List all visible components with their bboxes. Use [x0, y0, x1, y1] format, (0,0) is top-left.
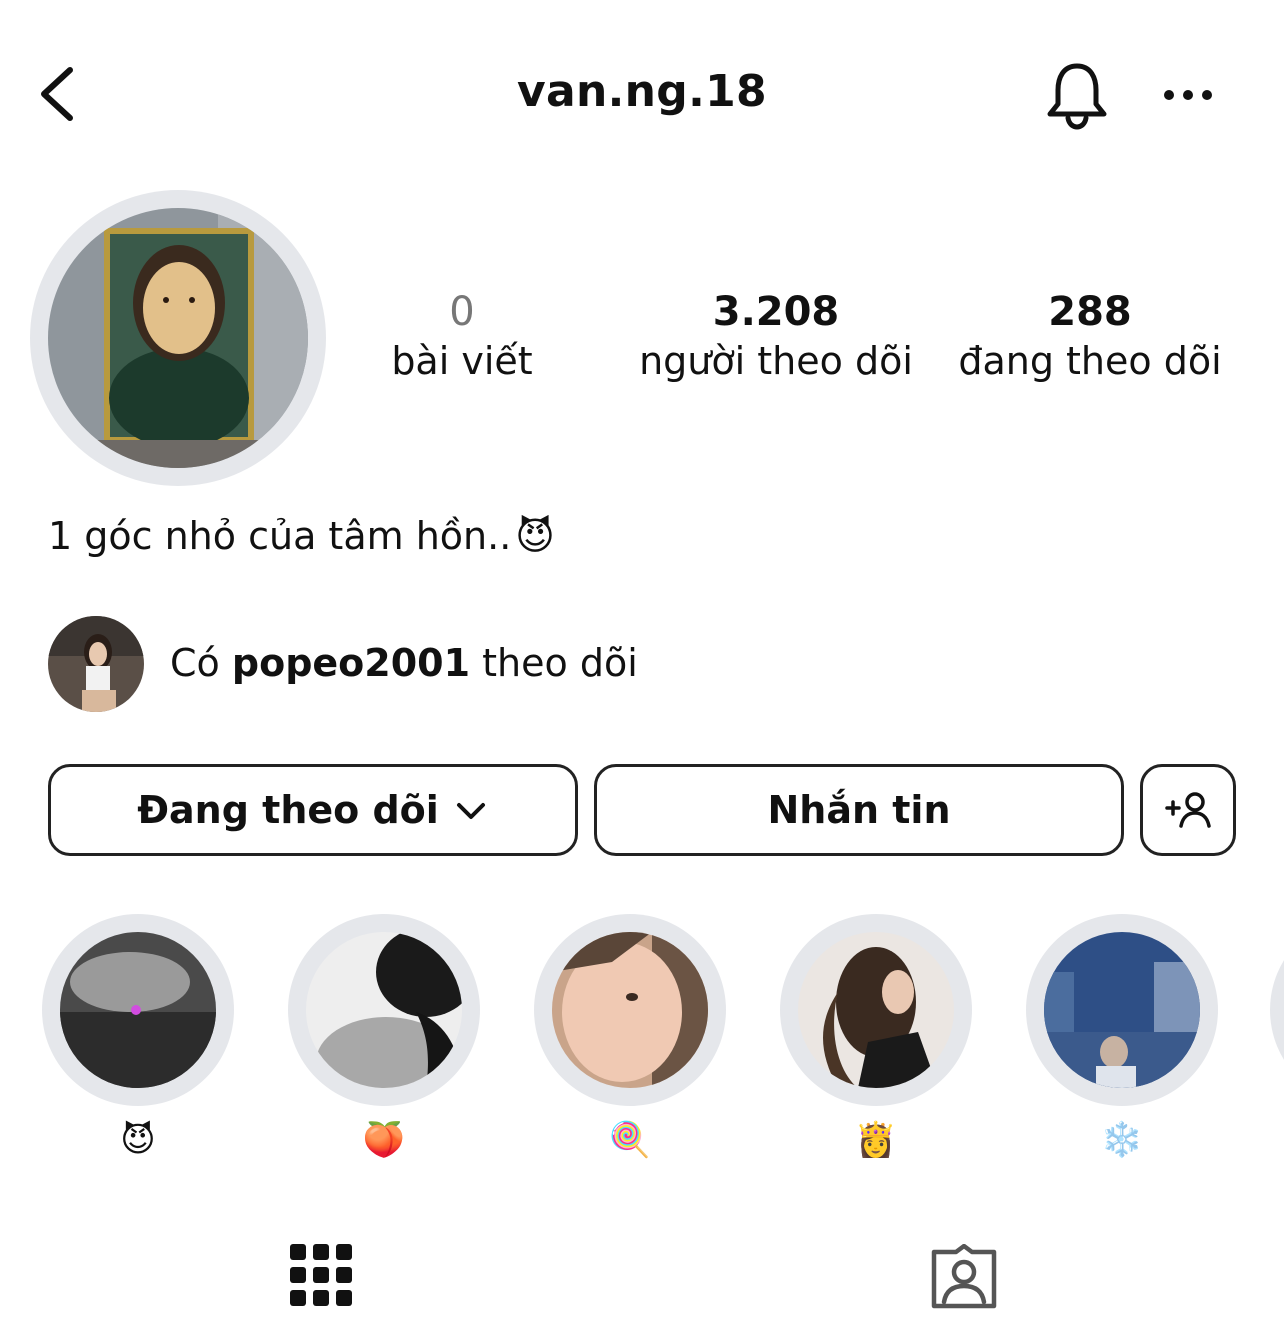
highlight-cover — [552, 932, 708, 1088]
highlight-item[interactable]: 🍑 — [288, 914, 480, 1162]
following-count: 288 — [1048, 289, 1132, 335]
posts-count: 0 — [449, 289, 475, 335]
highlight-label: 😈 — [120, 1120, 156, 1160]
message-button[interactable]: Nhắn tin — [594, 764, 1124, 856]
following-dropdown-button[interactable]: Đang theo dõi — [48, 764, 578, 856]
highlight-ring — [534, 914, 726, 1106]
highlight-ring — [1026, 914, 1218, 1106]
highlight-item[interactable]: 🍭 — [534, 914, 726, 1162]
grid-icon[interactable] — [290, 1244, 352, 1306]
followed-by-text[interactable]: Có popeo2001 theo dõi — [170, 636, 638, 690]
posts-stat[interactable]: 0 bài viết — [362, 288, 562, 386]
highlight-item[interactable]: 👸 — [780, 914, 972, 1162]
highlight-cover — [1044, 932, 1200, 1088]
highlight-ring — [42, 914, 234, 1106]
followers-label: người theo dõi — [639, 339, 913, 383]
highlight-label: 🍭 — [608, 1120, 652, 1160]
following-stat[interactable]: 288 đang theo dõi — [944, 288, 1236, 386]
followers-stat[interactable]: 3.208 người theo dõi — [626, 288, 926, 386]
suggest-people-button[interactable] — [1140, 764, 1236, 856]
followed-by-prefix: Có — [170, 641, 220, 685]
highlight-ring — [780, 914, 972, 1106]
chevron-down-icon — [456, 803, 485, 819]
message-button-label: Nhắn tin — [767, 788, 951, 832]
highlight-label: 🍑 — [362, 1120, 406, 1160]
highlight-label: ❄️ — [1100, 1120, 1144, 1160]
highlight-item[interactable]: ❄️ — [1026, 914, 1218, 1162]
profile-avatar[interactable] — [48, 208, 308, 468]
highlight-cover — [798, 932, 954, 1088]
highlight-ring — [288, 914, 480, 1106]
posts-label: bài viết — [391, 339, 533, 383]
highlight-item[interactable]: 😈 — [42, 914, 234, 1162]
bell-icon[interactable] — [1044, 60, 1110, 130]
tagged-person-icon[interactable] — [930, 1244, 998, 1310]
highlight-label: 👸 — [854, 1120, 898, 1160]
following-label: đang theo dõi — [958, 339, 1222, 383]
mutual-follower-avatar[interactable] — [48, 616, 144, 712]
highlight-item-partial[interactable] — [1270, 914, 1284, 1106]
bio-text: 1 góc nhỏ của tâm hồn.. — [48, 514, 512, 558]
following-button-label: Đang theo dõi — [137, 788, 439, 832]
add-person-icon — [1165, 792, 1211, 828]
highlight-cover — [306, 932, 462, 1088]
highlight-cover — [60, 932, 216, 1088]
bio: 1 góc nhỏ của tâm hồn.. 😈 — [48, 506, 555, 566]
bio-emoji: 😈 — [515, 514, 555, 558]
followed-by-suffix: theo dõi — [482, 641, 638, 685]
followed-by-username[interactable]: popeo2001 — [232, 641, 470, 685]
more-horizontal-icon[interactable] — [1160, 80, 1216, 110]
followers-count: 3.208 — [712, 289, 840, 335]
